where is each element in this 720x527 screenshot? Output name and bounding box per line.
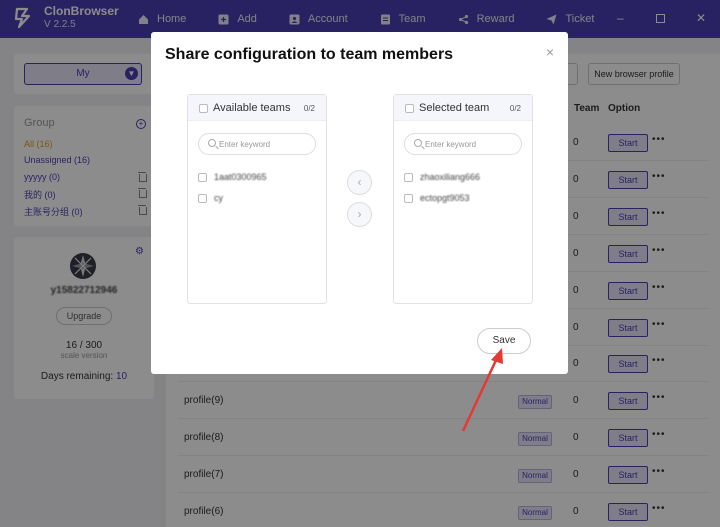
annotation-arrow-icon (461, 348, 503, 432)
